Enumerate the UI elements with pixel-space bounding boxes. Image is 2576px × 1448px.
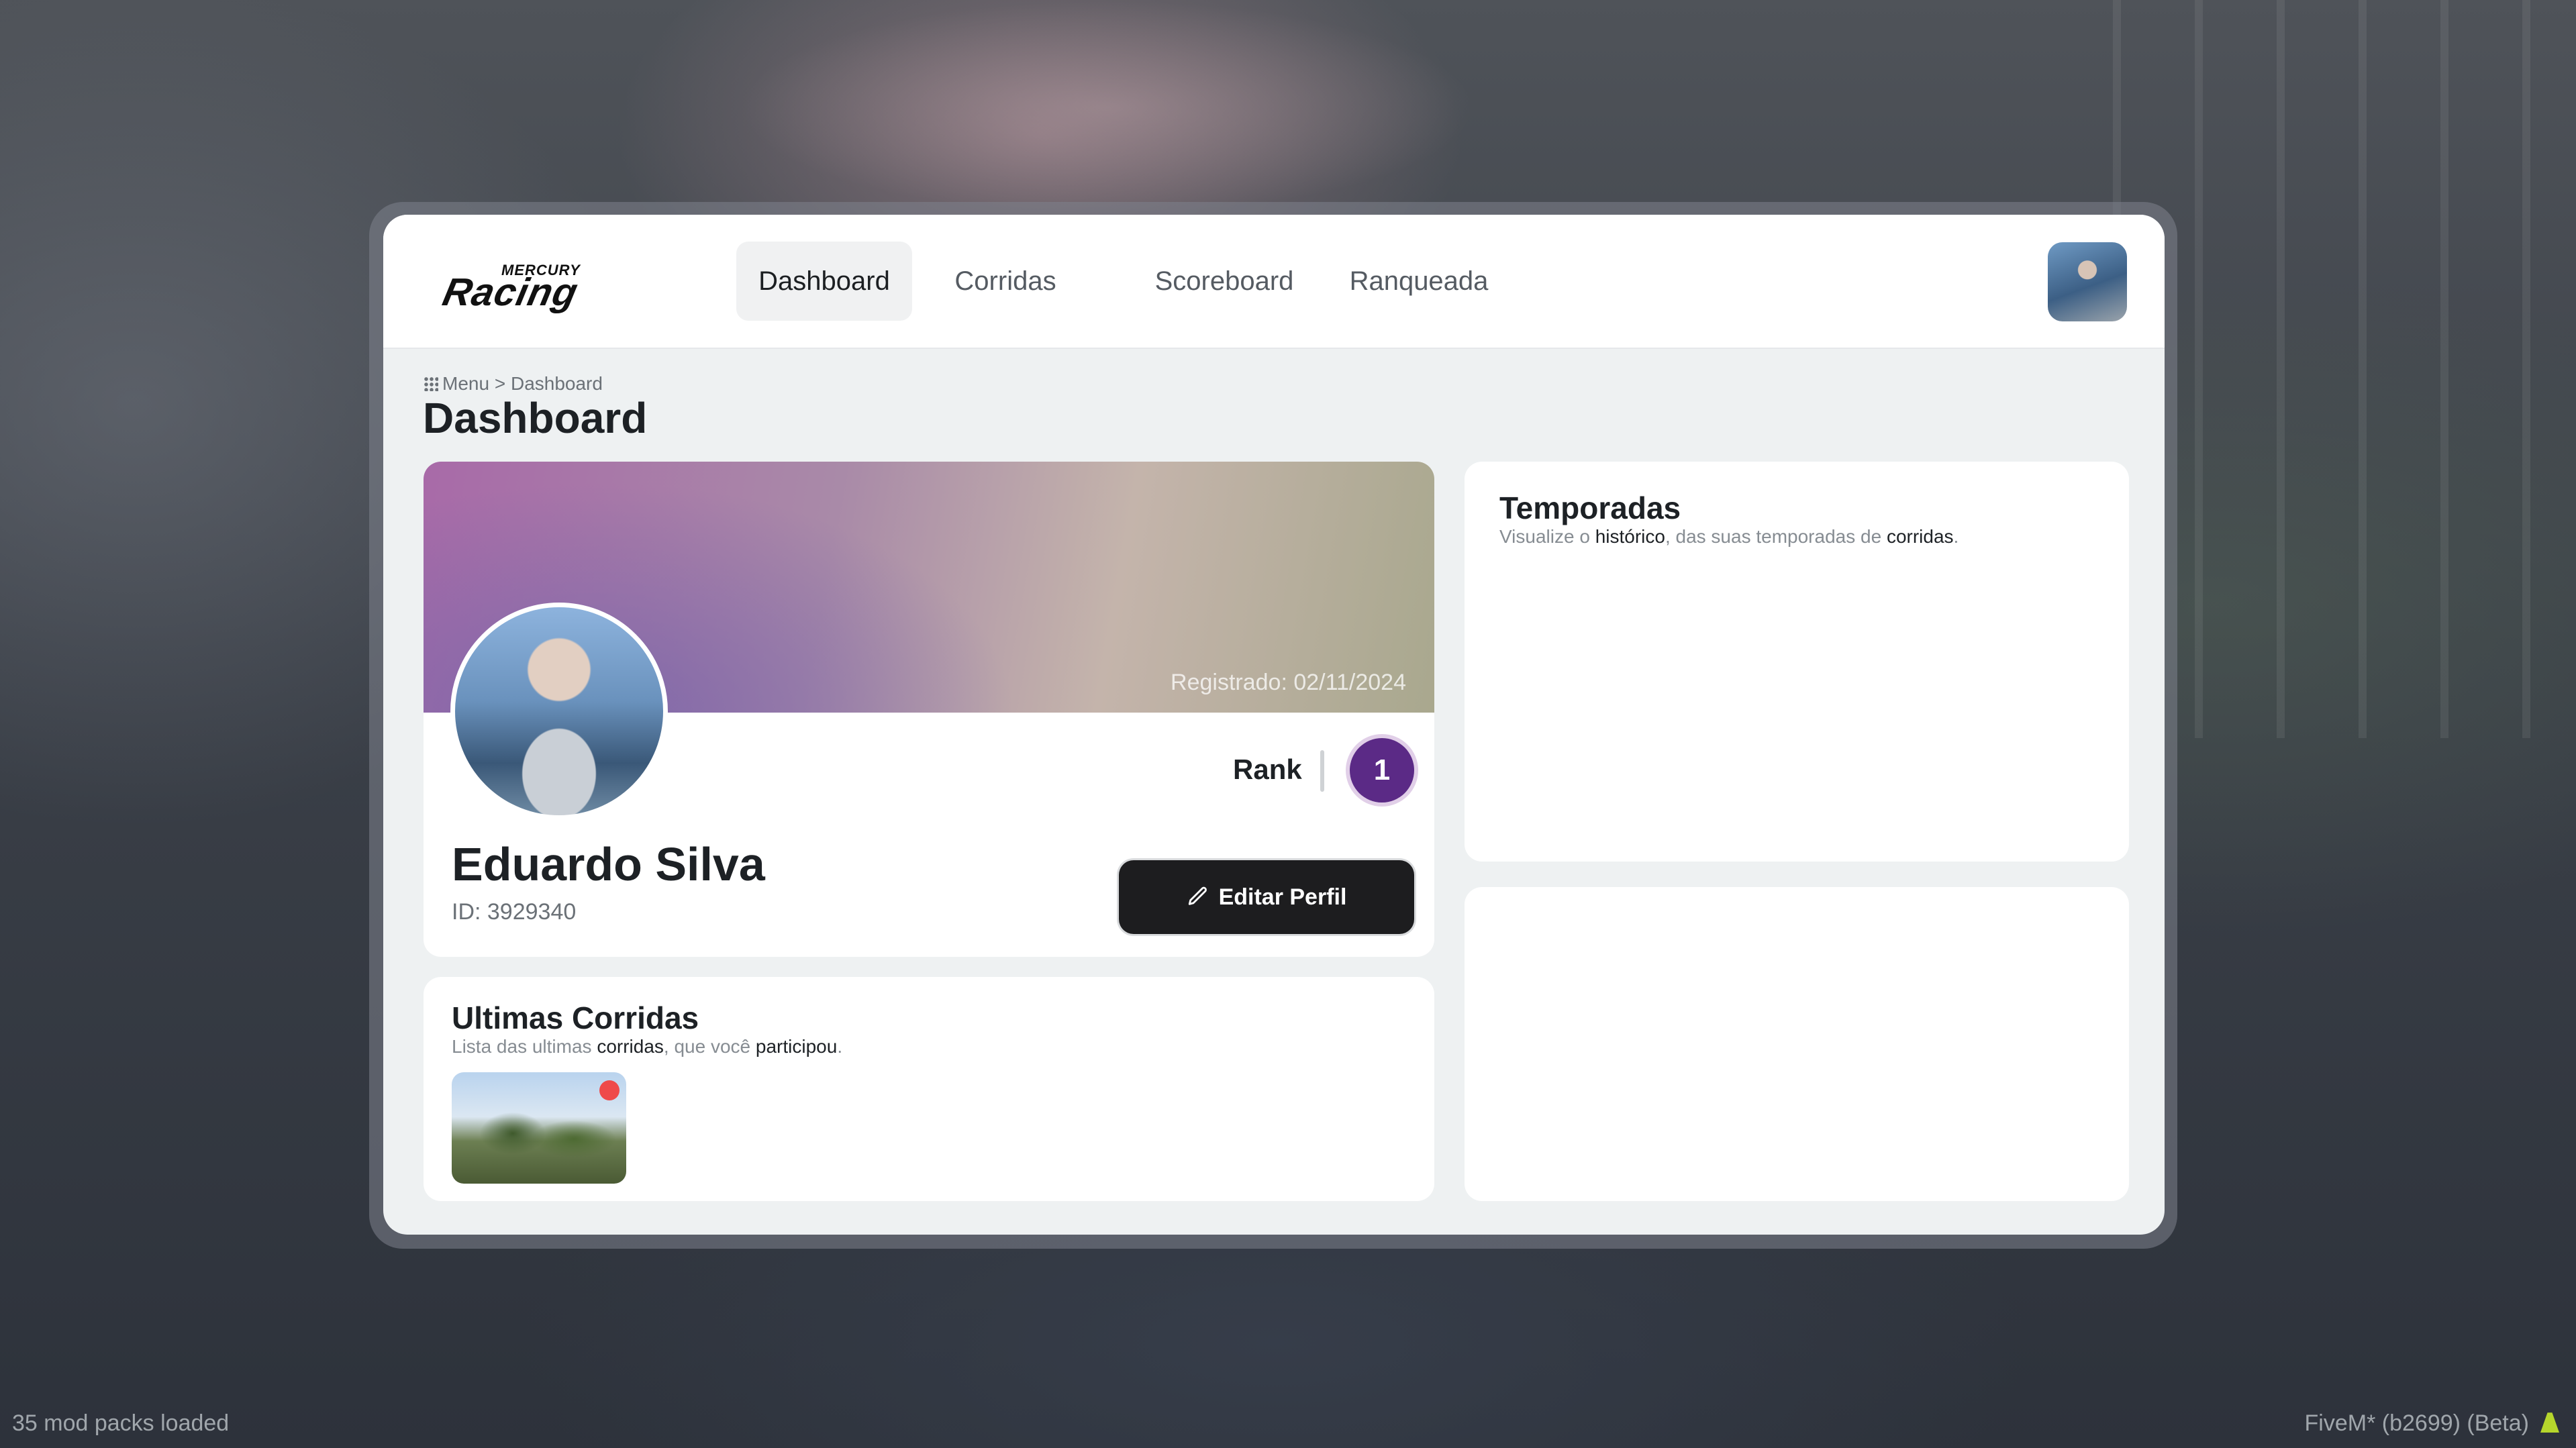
- race-thumbnail[interactable]: [452, 1072, 626, 1184]
- user-avatar-button[interactable]: [2048, 242, 2127, 321]
- fivem-logo-icon: [2540, 1412, 2559, 1433]
- recent-races-subtitle: Lista das ultimas corridas, que você par…: [452, 1036, 843, 1057]
- tab-dashboard[interactable]: Dashboard: [736, 242, 912, 321]
- fivem-version: FiveM* (b2699) (Beta): [2304, 1410, 2529, 1436]
- profile-card: Registrado: 02/11/2024 Rank 1 Eduardo Si…: [424, 462, 1434, 957]
- edit-profile-label: Editar Perfil: [1218, 884, 1347, 910]
- seasons-card: Temporadas Visualize o histórico, das su…: [1465, 462, 2129, 862]
- rank-divider: [1320, 750, 1324, 792]
- recent-races-card: Ultimas Corridas Lista das ultimas corri…: [424, 977, 1434, 1201]
- edit-profile-button[interactable]: Editar Perfil: [1119, 860, 1414, 934]
- registered-date: Registrado: 02/11/2024: [1171, 670, 1406, 695]
- empty-panel: [1465, 887, 2129, 1201]
- seasons-subtitle: Visualize o histórico, das suas temporad…: [1499, 526, 1959, 547]
- brand-logo[interactable]: MERCURY Racing: [439, 262, 625, 315]
- app-window: MERCURY Racing Dashboard Corridas Scoreb…: [383, 215, 2165, 1235]
- breadcrumb-menu[interactable]: Menu: [442, 373, 489, 394]
- recent-races-title: Ultimas Corridas: [452, 1000, 699, 1035]
- brand-logo-text: Racing: [439, 270, 583, 314]
- breadcrumb: Menu > Dashboard: [424, 373, 603, 395]
- profile-avatar: [450, 603, 668, 820]
- top-navbar: MERCURY Racing Dashboard Corridas Scoreb…: [383, 215, 2165, 349]
- page-title: Dashboard: [423, 394, 648, 442]
- seasons-title: Temporadas: [1499, 490, 1681, 525]
- tab-ranqueada[interactable]: Ranqueada: [1328, 242, 1509, 321]
- breadcrumb-separator: >: [494, 373, 506, 394]
- user-id: ID: 3929340: [452, 899, 577, 925]
- background-glow: [738, 0, 1477, 215]
- breadcrumb-current: Dashboard: [510, 373, 603, 394]
- rank-label: Rank: [1233, 754, 1302, 785]
- pencil-icon: [1188, 886, 1207, 905]
- tab-corridas[interactable]: Corridas: [927, 242, 1084, 321]
- tab-scoreboard[interactable]: Scoreboard: [1135, 242, 1314, 321]
- mod-packs-status: 35 mod packs loaded: [12, 1410, 230, 1436]
- race-status-dot: [599, 1080, 620, 1100]
- grid-dots-icon: [424, 376, 438, 391]
- rank-badge: 1: [1350, 738, 1414, 803]
- user-name: Eduardo Silva: [452, 838, 765, 890]
